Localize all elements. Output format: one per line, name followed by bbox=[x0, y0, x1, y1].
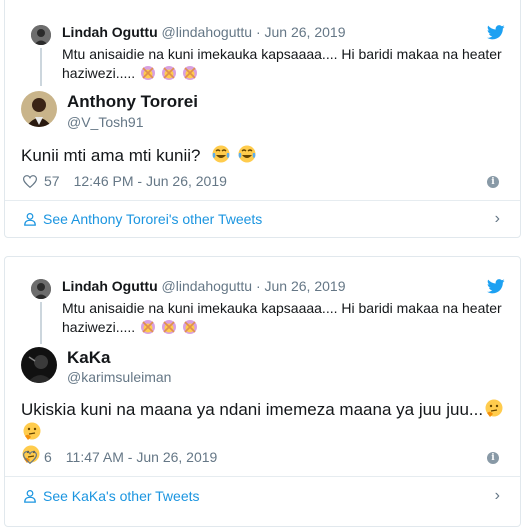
quoted-author-handle[interactable]: @lindahoguttu bbox=[162, 24, 253, 40]
chevron-right-icon: › bbox=[494, 487, 500, 504]
tweet-timestamp[interactable]: 11:47 AM - Jun 26, 2019 bbox=[66, 448, 218, 466]
quoted-header: Lindah Oguttu @lindahoguttu · Jun 26, 20… bbox=[62, 23, 345, 41]
see-other-tweets-link[interactable]: See KaKa's other Tweets › bbox=[5, 478, 520, 514]
header-separator: · bbox=[255, 278, 261, 294]
chevron-right-icon: › bbox=[494, 210, 500, 227]
quoted-text-body: Mtu anisaidie na kuni imekauka kapsaaaa.… bbox=[62, 46, 502, 81]
card-divider bbox=[5, 476, 520, 477]
embedded-tweet-card[interactable]: Lindah Oguttu @lindahoguttu · Jun 26, 20… bbox=[4, 0, 521, 238]
woman-gesturing-no-icon bbox=[182, 66, 197, 80]
quoted-text-body: Mtu anisaidie na kuni imekauka kapsaaaa.… bbox=[62, 300, 502, 335]
woman-gesturing-no-icon bbox=[161, 320, 176, 334]
thinking-face-icon bbox=[485, 399, 503, 417]
quoted-date[interactable]: Jun 26, 2019 bbox=[265, 24, 346, 40]
author-handle[interactable]: @V_Tosh91 bbox=[67, 113, 143, 131]
quoted-header: Lindah Oguttu @lindahoguttu · Jun 26, 20… bbox=[62, 277, 345, 295]
tears-of-joy-icon bbox=[238, 145, 256, 163]
author-name[interactable]: Anthony Tororei bbox=[67, 92, 198, 112]
reply-thread-line bbox=[40, 48, 42, 86]
author-avatar[interactable] bbox=[21, 347, 57, 383]
woman-gesturing-no-icon bbox=[141, 66, 156, 80]
author-handle[interactable]: @karimsuleiman bbox=[67, 368, 171, 386]
quoted-emojis bbox=[139, 65, 198, 81]
quoted-emojis bbox=[139, 319, 198, 335]
person-icon bbox=[24, 212, 36, 226]
see-other-tweets-label[interactable]: See Anthony Tororei's other Tweets bbox=[43, 211, 262, 227]
author-avatar[interactable] bbox=[21, 91, 57, 127]
tweet-text-body: Ukiskia kuni na maana ya ndani imemeza m… bbox=[21, 400, 484, 419]
person-icon bbox=[24, 489, 36, 503]
reply-thread-line bbox=[40, 302, 42, 344]
quoted-tweet-text: Mtu anisaidie na kuni imekauka kapsaaaa.… bbox=[62, 45, 512, 83]
woman-gesturing-no-icon bbox=[141, 320, 156, 334]
header-separator: · bbox=[255, 24, 261, 40]
tweet-timestamp[interactable]: 12:46 PM - Jun 26, 2019 bbox=[74, 172, 227, 190]
heart-icon[interactable] bbox=[23, 450, 37, 464]
like-count[interactable]: 57 bbox=[44, 172, 60, 190]
tweet-text-body: Kunii mti ama mti kunii? bbox=[21, 146, 201, 165]
quoted-date[interactable]: Jun 26, 2019 bbox=[265, 278, 346, 294]
info-icon[interactable]: i bbox=[487, 176, 499, 188]
tweet-text: Kunii mti ama mti kunii? bbox=[21, 144, 501, 167]
see-other-tweets-link[interactable]: See Anthony Tororei's other Tweets › bbox=[5, 201, 520, 237]
thinking-face-icon bbox=[23, 422, 41, 440]
heart-icon[interactable] bbox=[23, 174, 37, 188]
like-count[interactable]: 6 bbox=[44, 448, 52, 466]
author-name[interactable]: KaKa bbox=[67, 348, 110, 368]
quoted-avatar[interactable] bbox=[31, 25, 51, 45]
twitter-bird-icon[interactable] bbox=[487, 279, 505, 294]
woman-gesturing-no-icon bbox=[161, 66, 176, 80]
quoted-author-handle[interactable]: @lindahoguttu bbox=[162, 278, 253, 294]
embedded-tweet-card[interactable]: Lindah Oguttu @lindahoguttu · Jun 26, 20… bbox=[4, 256, 521, 527]
quoted-tweet-text: Mtu anisaidie na kuni imekauka kapsaaaa.… bbox=[62, 299, 512, 337]
tweet-meta: 57 12:46 PM - Jun 26, 2019 bbox=[23, 172, 227, 190]
see-other-tweets-label[interactable]: See KaKa's other Tweets bbox=[43, 488, 200, 504]
quoted-avatar[interactable] bbox=[31, 279, 51, 299]
quoted-author-name[interactable]: Lindah Oguttu bbox=[62, 278, 158, 294]
tweet-meta: 6 11:47 AM - Jun 26, 2019 bbox=[23, 448, 217, 466]
woman-gesturing-no-icon bbox=[182, 320, 197, 334]
info-icon[interactable]: i bbox=[487, 452, 499, 464]
twitter-bird-icon[interactable] bbox=[487, 25, 505, 40]
quoted-author-name[interactable]: Lindah Oguttu bbox=[62, 24, 158, 40]
tears-of-joy-icon bbox=[212, 145, 230, 163]
